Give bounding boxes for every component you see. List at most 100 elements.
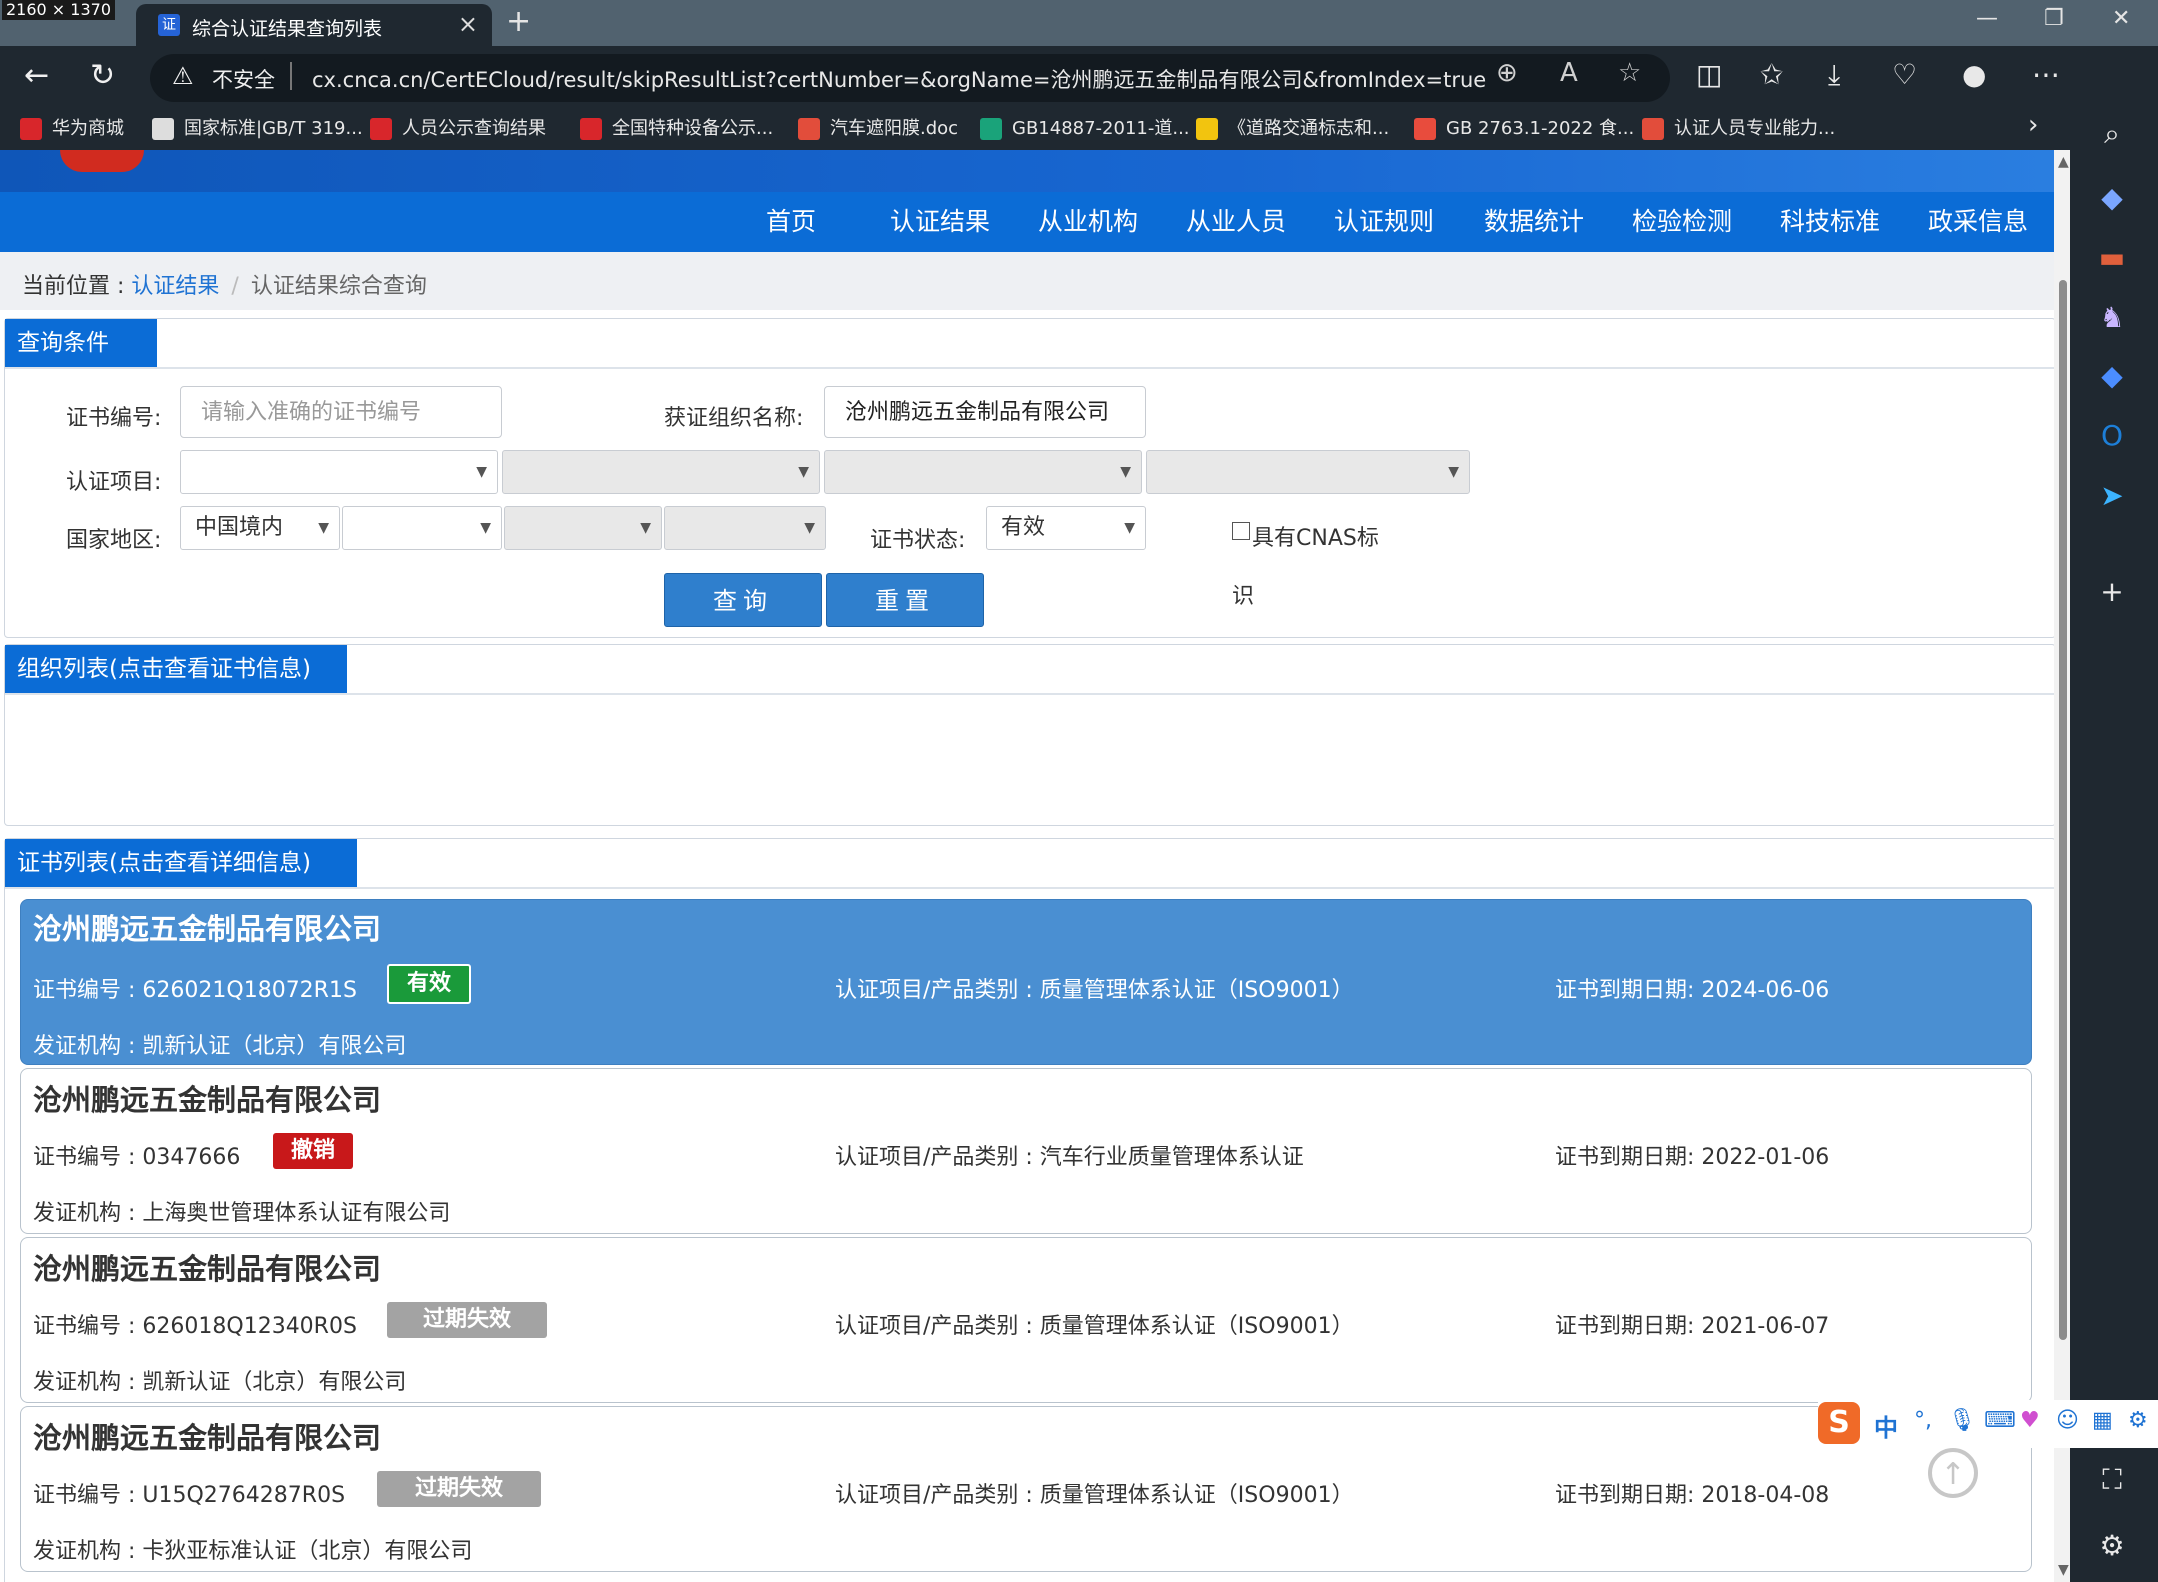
national-emblem-icon <box>60 150 144 172</box>
project-select-3[interactable]: ▼ <box>824 450 1142 494</box>
project-select-2[interactable]: ▼ <box>502 450 820 494</box>
ime-apps-icon[interactable]: ▦ <box>2092 1408 2113 1433</box>
region-select-country[interactable]: 中国境内 ▼ <box>180 506 340 550</box>
tab-close-icon[interactable]: × <box>458 10 478 38</box>
nav-item[interactable]: 检验检测 <box>1632 202 1732 238</box>
bookmarks-more-icon[interactable]: › <box>2028 110 2038 140</box>
nav-item[interactable]: 从业人员 <box>1186 202 1286 238</box>
sidebar-toolbox-icon[interactable]: ▬ <box>2090 236 2134 280</box>
split-screen-icon[interactable]: ◫ <box>1696 58 1722 91</box>
nav-item[interactable]: 科技标准 <box>1780 202 1880 238</box>
chevron-down-icon: ▼ <box>798 464 809 480</box>
status-select[interactable]: 有效 ▼ <box>986 506 1146 550</box>
bookmark-item[interactable]: GB 2763.1-2022 食... <box>1414 114 1634 140</box>
breadcrumb-separator: / <box>231 274 239 299</box>
restore-icon[interactable]: ❐ <box>2044 6 2064 31</box>
ime-settings-icon[interactable]: ⚙ <box>2128 1408 2148 1433</box>
scroll-down-icon[interactable]: ▼ <box>2058 1562 2069 1578</box>
project-label: 认证项目: <box>66 470 162 495</box>
favorites-icon[interactable]: ✩ <box>1760 58 1783 91</box>
sidebar-games-icon[interactable]: ♞ <box>2090 296 2134 340</box>
ime-keyboard-icon[interactable]: ⌨ <box>1984 1408 2016 1433</box>
download-icon[interactable]: ⤓ <box>1828 58 1840 92</box>
ime-mic-icon[interactable]: 🎙 <box>1948 1408 1976 1433</box>
health-icon[interactable]: ♡ <box>1892 58 1917 91</box>
sidebar-settings-icon[interactable]: ⚙ <box>2090 1524 2134 1568</box>
cert-card[interactable]: 沧州鹏远五金制品有限公司 证书编号 : 0347666 撤销 认证项目/产品类别 : … <box>20 1068 2032 1234</box>
zoom-icon[interactable]: ⊕ <box>1496 58 1518 88</box>
url-text[interactable]: cx.cnca.cn/CertECloud/result/skipResultL… <box>312 64 1486 94</box>
refresh-icon[interactable]: ↻ <box>90 58 115 93</box>
sidebar-tag-icon[interactable]: ◆ <box>2090 176 2134 220</box>
sogou-logo-icon[interactable]: S <box>1818 1402 1860 1444</box>
ime-punct-icon[interactable]: °, <box>1914 1408 1932 1433</box>
profile-avatar-icon[interactable]: ● <box>1962 58 1986 91</box>
browser-tab-active[interactable]: 证 综合认证结果查询列表 × <box>136 4 492 46</box>
bookmark-favicon-icon <box>1414 118 1436 140</box>
bookmark-item[interactable]: 全国特种设备公示... <box>580 114 773 140</box>
region-select-city[interactable]: ▼ <box>504 506 662 550</box>
back-to-top-icon[interactable]: ↑ <box>1928 1448 1978 1498</box>
bookmark-label: 汽车遮阳膜.doc <box>830 118 959 139</box>
ime-skin-icon[interactable]: ♥ <box>2020 1408 2040 1433</box>
main-nav <box>0 192 2054 252</box>
minimize-icon[interactable]: — <box>1976 6 1998 31</box>
more-menu-icon[interactable]: ⋯ <box>2032 58 2060 91</box>
window-close-icon[interactable]: ✕ <box>2112 6 2130 31</box>
sidebar-send-icon[interactable]: ➤ <box>2090 474 2134 518</box>
scrollbar-thumb[interactable] <box>2059 280 2067 1340</box>
nav-item[interactable]: 从业机构 <box>1038 202 1138 238</box>
warning-icon[interactable]: ⚠ <box>172 62 194 90</box>
ime-bot-icon[interactable]: ☺ <box>2056 1408 2079 1433</box>
sidebar-add-icon[interactable]: + <box>2090 570 2134 614</box>
bookmark-favicon-icon <box>152 118 174 140</box>
sidebar-outlook-icon[interactable]: O <box>2090 414 2134 458</box>
back-icon[interactable]: ← <box>24 58 49 93</box>
chevron-down-icon: ▼ <box>1124 520 1135 536</box>
bookmark-item[interactable]: 认证人员专业能力... <box>1642 114 1835 140</box>
bookmark-item[interactable]: GB14887-2011-道... <box>980 114 1190 140</box>
bookmark-label: 国家标准|GB/T 319... <box>184 118 363 139</box>
cert-issuer: 发证机构 : 上海奥世管理体系认证有限公司 <box>33 1201 451 1226</box>
nav-item[interactable]: 首页 <box>766 202 816 238</box>
bookmark-label: 全国特种设备公示... <box>612 118 774 139</box>
favorite-star-icon[interactable]: ☆ <box>1618 58 1641 88</box>
region-select-province[interactable]: ▼ <box>342 506 502 550</box>
bookmark-item[interactable]: 《道路交通标志和... <box>1196 114 1389 140</box>
breadcrumb-link[interactable]: 认证结果 <box>131 274 219 299</box>
bookmark-item[interactable]: 国家标准|GB/T 319... <box>152 114 363 140</box>
cert-expiry: 证书到期日期: 2024-06-06 <box>1555 978 1830 1003</box>
ime-lang[interactable]: 中 <box>1874 1408 1898 1443</box>
sidebar-search-icon[interactable]: ⌕ <box>2090 112 2134 156</box>
status-select-value: 有效 <box>1001 515 1046 540</box>
cert-card[interactable]: 沧州鹏远五金制品有限公司 证书编号 : 626021Q18072R1S 有效 认证项目… <box>20 899 2032 1065</box>
nav-item[interactable]: 认证结果 <box>890 202 990 238</box>
new-tab-icon[interactable]: + <box>506 4 531 39</box>
bookmark-item[interactable]: 华为商城 <box>20 114 124 140</box>
cert-card[interactable]: 沧州鹏远五金制品有限公司 证书编号 : U15Q2764287R0S 过期失效 认证项… <box>20 1406 2032 1572</box>
project-select-4[interactable]: ▼ <box>1146 450 1470 494</box>
reset-button[interactable]: 重置 <box>826 573 984 627</box>
sidebar-screenshot-icon[interactable]: ⛶ <box>2090 1458 2134 1502</box>
chevron-down-icon: ▼ <box>480 520 491 536</box>
bookmark-item[interactable]: 人员公示查询结果 <box>370 114 546 140</box>
bookmark-label: 华为商城 <box>52 118 124 139</box>
chevron-down-icon: ▼ <box>1120 464 1131 480</box>
bookmark-label: 人员公示查询结果 <box>402 118 546 139</box>
cert-no-input[interactable]: 请输入准确的证书编号 <box>180 386 502 438</box>
scroll-up-icon[interactable]: ▲ <box>2058 154 2069 170</box>
nav-item[interactable]: 政采信息 <box>1928 202 2028 238</box>
project-select-1[interactable]: ▼ <box>180 450 498 494</box>
bookmark-item[interactable]: 汽车遮阳膜.doc <box>798 114 958 140</box>
nav-item[interactable]: 数据统计 <box>1484 202 1584 238</box>
sidebar-office-icon[interactable]: ◆ <box>2090 354 2134 398</box>
org-name-input[interactable]: 沧州鹏远五金制品有限公司 <box>824 386 1146 438</box>
nav-item[interactable]: 认证规则 <box>1334 202 1434 238</box>
region-select-district[interactable]: ▼ <box>664 506 826 550</box>
cert-no-label: 证书编号: <box>66 406 162 431</box>
search-button[interactable]: 查询 <box>664 573 822 627</box>
cnas-checkbox[interactable] <box>1232 522 1250 540</box>
read-aloud-icon[interactable]: A <box>1560 58 1578 88</box>
security-status[interactable]: 不安全 <box>212 64 275 94</box>
cert-card[interactable]: 沧州鹏远五金制品有限公司 证书编号 : 626018Q12340R0S 过期失效 认证… <box>20 1237 2032 1403</box>
